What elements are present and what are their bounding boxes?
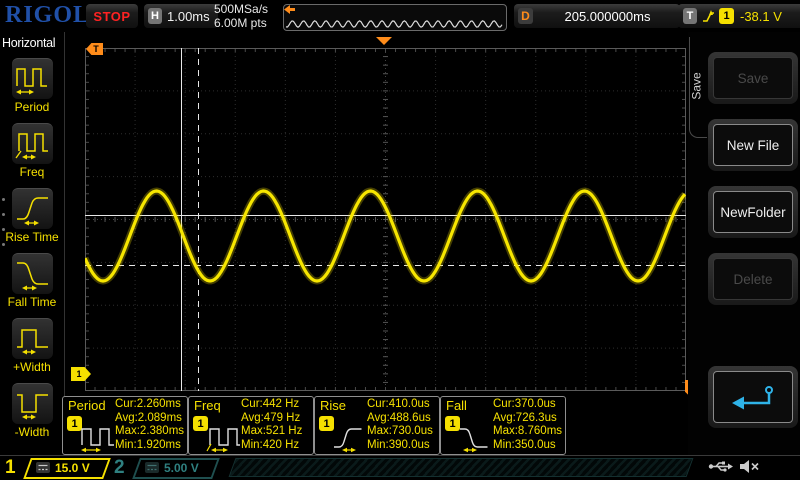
usb-icon xyxy=(708,461,733,472)
measurement-name: Rise xyxy=(320,398,347,413)
menu-item-rise-time-label: Rise Time xyxy=(5,230,59,244)
plus-width-icon xyxy=(17,329,48,355)
graticule-and-waveform xyxy=(81,48,688,392)
menu-item-plus-width-label: +Width xyxy=(13,360,51,374)
trigger-delay-box: D 205.000000ms xyxy=(514,4,680,28)
back-button[interactable] xyxy=(708,366,798,428)
menu-item-plus-width-button[interactable] xyxy=(12,318,53,359)
return-arrow-icon xyxy=(732,386,773,410)
rising-edge-icon xyxy=(703,9,714,22)
menu-scroll-dot xyxy=(2,198,5,201)
menu-item-freq-button[interactable] xyxy=(12,123,53,164)
run-stop-indicator[interactable]: STOP xyxy=(86,4,138,28)
freq-icon xyxy=(15,133,48,160)
measurement-name: Freq xyxy=(194,398,221,413)
left-menu-title: Horizontal xyxy=(2,36,56,50)
rise-edge-icon xyxy=(334,428,362,453)
channel-bar-filler xyxy=(228,458,694,477)
menu-item-period-label: Period xyxy=(14,100,50,114)
measurement-box-freq: Freq 1 Cur:442 Hz Avg:479 Hz Max:521 Hz … xyxy=(188,396,314,455)
menu-tab-save: Save xyxy=(689,37,707,138)
channel2-scale-content: 5.00 V xyxy=(145,459,199,476)
menu-scroll-dot xyxy=(2,243,5,246)
trigger-position-marker-icon[interactable] xyxy=(376,37,392,45)
trigger-level-value: -38.1 V xyxy=(740,8,782,24)
overview-waveform xyxy=(285,20,503,28)
measurement-values: Cur:2.260ms Avg:2.089ms Max:2.380ms Min:… xyxy=(115,398,185,451)
delete-button[interactable]: Delete xyxy=(708,253,798,305)
waveform-display xyxy=(81,48,688,392)
new-folder-button[interactable]: NewFolder xyxy=(708,186,798,238)
memory-depth: 6.00M pts xyxy=(214,16,267,30)
period-wave-icon xyxy=(81,428,114,453)
rigol-logo: RIGOL xyxy=(5,2,91,28)
measurement-box-rise: Rise 1 Cur:410.0us Avg:488.6us Max:730.0… xyxy=(314,396,440,455)
menu-item-minus-width-button[interactable] xyxy=(12,383,53,424)
waveform-overview-strip xyxy=(283,4,507,31)
speaker-muted-icon xyxy=(740,460,759,473)
oscilloscope-screen: RIGOL STOP H 1.00ms 500MSa/s 6.00M pts D… xyxy=(0,0,800,480)
fall-edge-icon xyxy=(460,428,488,453)
trigger-delay-value: 205.000000ms xyxy=(564,8,651,24)
menu-item-minus-width-label: -Width xyxy=(14,425,50,439)
menu-item-period-button[interactable] xyxy=(12,58,53,99)
window-position-arrow-icon xyxy=(284,5,295,14)
h-badge: H xyxy=(148,8,162,24)
channel1-scale-value: 15.0 V xyxy=(55,460,90,475)
acquisition-info: 500MSa/s 6.00M pts xyxy=(214,2,268,30)
minus-width-icon xyxy=(17,394,48,420)
trigger-source-badge: 1 xyxy=(719,8,734,24)
horizontal-scale-value: 1.00ms xyxy=(167,8,210,24)
menu-item-fall-time-button[interactable] xyxy=(12,253,53,294)
rise-time-icon xyxy=(17,197,48,226)
period-icon xyxy=(16,68,47,95)
new-file-button[interactable]: New File xyxy=(708,119,798,171)
measurement-name: Fall xyxy=(446,398,467,413)
fall-time-icon xyxy=(17,262,48,291)
measurement-values: Cur:442 Hz Avg:479 Hz Max:521 Hz Min:420… xyxy=(241,398,303,451)
channel2-label[interactable]: 2 xyxy=(114,457,125,479)
sample-rate: 500MSa/s xyxy=(214,2,269,16)
measurement-values: Cur:410.0us Avg:488.6us Max:730.0us Min:… xyxy=(367,398,433,451)
menu-item-rise-time-button[interactable] xyxy=(12,188,53,229)
menu-tab-title: Save xyxy=(689,72,704,100)
measurement-box-period: Period 1 Cur:2.260ms Avg:2.089ms Max:2.3… xyxy=(62,396,188,455)
measurement-box-fall: Fall 1 Cur:370.0us Avg:726.3us Max:8.760… xyxy=(440,396,566,455)
horizontal-scale-box: H 1.00ms xyxy=(144,4,218,28)
measurement-values: Cur:370.0us Avg:726.3us Max:8.760ms Min:… xyxy=(493,398,563,451)
measurement-name: Period xyxy=(68,398,106,413)
dc-coupling-icon xyxy=(36,462,50,473)
trigger-info-box: T 1 -38.1 V xyxy=(678,4,800,28)
right-soft-menu: Save Save New File NewFolder Delete xyxy=(688,32,800,455)
top-status-bar: RIGOL STOP H 1.00ms 500MSa/s 6.00M pts D… xyxy=(0,0,800,32)
menu-scroll-dot xyxy=(2,213,5,216)
channel2-scale-value: 5.00 V xyxy=(164,460,199,475)
dc-coupling-icon xyxy=(145,462,159,473)
delay-badge: D xyxy=(518,8,533,24)
save-button[interactable]: Save xyxy=(708,52,798,104)
menu-item-fall-time-label: Fall Time xyxy=(7,295,57,309)
freq-wave-icon xyxy=(206,428,240,453)
channel1-scale-content: 15.0 V xyxy=(36,459,90,476)
trigger-badge: T xyxy=(683,8,697,24)
channel1-label[interactable]: 1 xyxy=(5,457,16,479)
menu-item-freq-label: Freq xyxy=(19,165,45,179)
menu-scroll-dot xyxy=(2,228,5,231)
